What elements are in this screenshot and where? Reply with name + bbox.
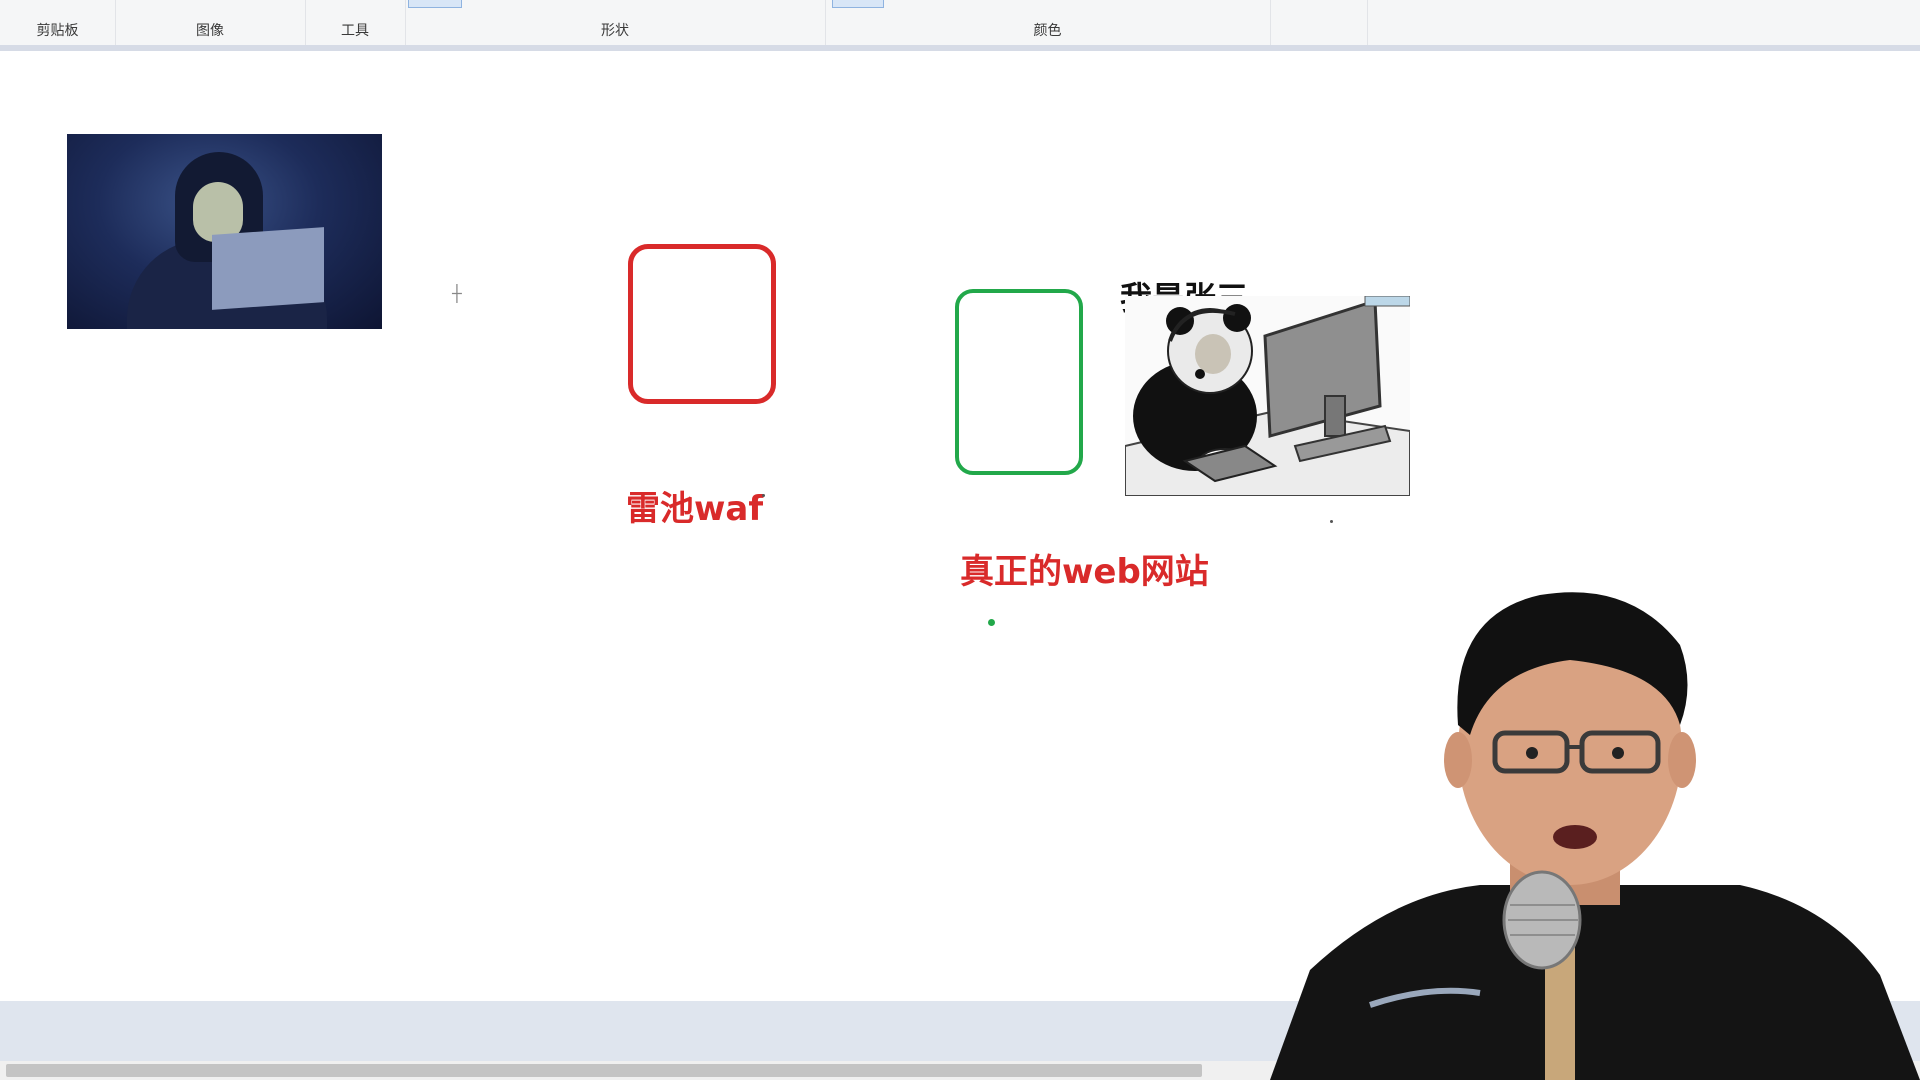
stray-dot bbox=[1330, 520, 1333, 523]
ribbon-group-colors[interactable]: 颜色 bbox=[825, 0, 1271, 45]
ribbon-group-label: 剪贴板 bbox=[36, 23, 79, 39]
scrollbar-thumb[interactable] bbox=[6, 1064, 1202, 1077]
ribbon-group-label: 工具 bbox=[341, 23, 369, 39]
ribbon-group-label: 颜色 bbox=[1033, 23, 1062, 39]
panda-meme-image bbox=[1125, 296, 1410, 496]
ribbon-group-label: 图像 bbox=[196, 23, 224, 39]
stray-dot bbox=[762, 494, 765, 497]
crosshair-cursor-icon: ┼ bbox=[452, 284, 462, 303]
green-dot bbox=[988, 619, 995, 626]
waf-box bbox=[628, 244, 776, 404]
web-server-box bbox=[955, 289, 1083, 475]
ribbon-group-tools[interactable]: 工具 bbox=[305, 0, 406, 45]
waf-label: 雷池waf bbox=[626, 489, 764, 529]
ribbon-group-shapes[interactable]: 形状 bbox=[405, 0, 826, 45]
ribbon-group-clipboard[interactable]: 剪贴板 bbox=[0, 0, 116, 45]
hacker-image bbox=[67, 134, 382, 329]
ribbon-group-label: 形状 bbox=[601, 23, 629, 39]
presenter-webcam-overlay bbox=[1270, 592, 1920, 1080]
web-label: 真正的web网站 bbox=[960, 552, 1209, 592]
ribbon-group-image[interactable]: 图像 bbox=[115, 0, 306, 45]
ribbon-group-edit-colors[interactable] bbox=[1270, 0, 1368, 45]
ribbon-toolbar: 剪贴板 图像 工具 形状 颜色 bbox=[0, 0, 1920, 51]
